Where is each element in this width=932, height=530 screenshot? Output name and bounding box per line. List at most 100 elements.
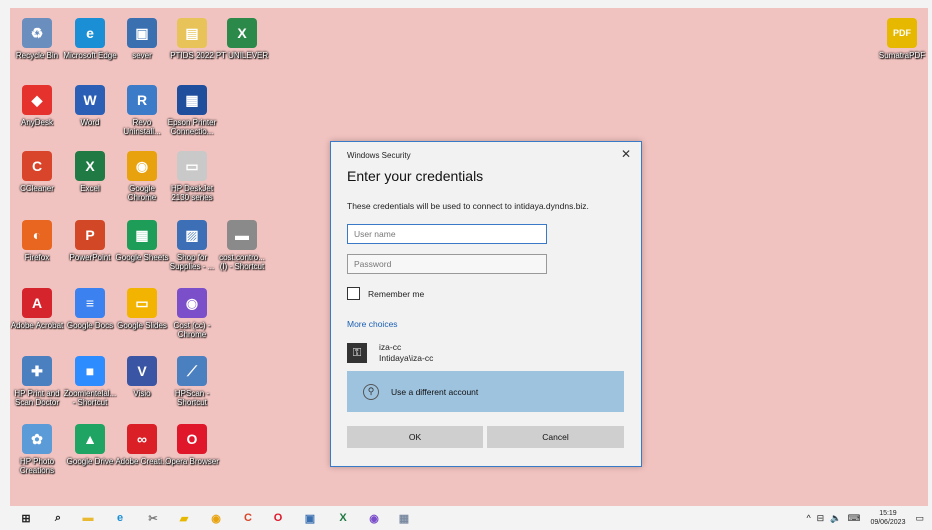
desktop-icon[interactable]: ▣ sever bbox=[115, 18, 169, 60]
desktop-icon[interactable]: V Visio bbox=[115, 356, 169, 398]
calculator-icon[interactable]: ▦ bbox=[396, 510, 412, 526]
desktop-icon-label: Google Drive bbox=[66, 457, 114, 466]
desktop-icon[interactable]: ▬ cost.contro... (I) - Shortcut bbox=[215, 220, 269, 271]
desktop-icon-label: Firefox bbox=[24, 253, 50, 262]
desktop-icon-label: Google Chrome bbox=[127, 184, 157, 202]
desktop-icon[interactable]: ▨ Shop for Supplies - ... bbox=[165, 220, 219, 271]
checkbox-box[interactable] bbox=[347, 287, 360, 300]
acrobat-icon: A bbox=[22, 288, 52, 318]
ccleaner-icon: C bbox=[22, 151, 52, 181]
anydesk-icon: ◆ bbox=[22, 85, 52, 115]
excel-file-icon: X bbox=[227, 18, 257, 48]
desktop-icon[interactable]: ♻ Recycle Bin bbox=[10, 18, 64, 60]
recycle-bin-icon: ♻ bbox=[22, 18, 52, 48]
file-explorer-icon[interactable]: ▬ bbox=[80, 510, 96, 526]
network-drive-icon: ▣ bbox=[127, 18, 157, 48]
desktop-icon[interactable]: e Microsoft Edge bbox=[63, 18, 117, 60]
desktop-icon-label: HPScan - Shortcut bbox=[174, 389, 210, 407]
opera-icon[interactable]: O bbox=[270, 510, 286, 526]
start-icon[interactable]: ⊞ bbox=[18, 510, 34, 526]
desktop-icon[interactable]: P PowerPoint bbox=[63, 220, 117, 262]
desktop-icon[interactable]: ▲ Google Drive bbox=[63, 424, 117, 466]
taskbar: ⊞ ⌕ ▬ e ✂ ▰ ◉ C O ▣ X ◉ ▦ ^ ⊟ 🔈 ⌨ 15:19 09/06/2023 ▭ bbox=[0, 506, 932, 530]
hp-scan-icon: ⟋ bbox=[177, 356, 207, 386]
google-docs-icon: ≡ bbox=[75, 288, 105, 318]
folder-icon: ▤ bbox=[177, 18, 207, 48]
excel-icon[interactable]: X bbox=[335, 510, 351, 526]
credentials-dialog: Windows Security ✕ Enter your credential… bbox=[330, 141, 642, 467]
more-choices-link[interactable]: More choices bbox=[347, 319, 398, 329]
desktop-icon[interactable]: R Revo Uninstall... bbox=[115, 85, 169, 136]
clock[interactable]: 15:19 09/06/2023 bbox=[870, 509, 905, 527]
desktop-icon[interactable]: X Excel bbox=[63, 151, 117, 193]
desktop-icon[interactable]: ▦ Epson Printer Connectio... bbox=[165, 85, 219, 136]
desktop-icon-label: Cost (cc) - Chrome bbox=[173, 321, 211, 339]
foxit-icon[interactable]: ▰ bbox=[176, 510, 192, 526]
edge-icon: e bbox=[75, 18, 105, 48]
desktop-icon-label: Revo Uninstall... bbox=[123, 118, 161, 136]
desktop-icon[interactable]: ∞ Adobe Creati... bbox=[115, 424, 169, 466]
desktop-icon[interactable]: ▭ Google Slides bbox=[115, 288, 169, 330]
network-icon[interactable]: ⊟ bbox=[817, 513, 825, 524]
search-icon[interactable]: ⌕ bbox=[50, 510, 66, 526]
desktop-icon-label: Recycle Bin bbox=[15, 51, 59, 60]
desktop-icon[interactable]: W Word bbox=[63, 85, 117, 127]
chrome-profile-icon[interactable]: ◉ bbox=[366, 510, 382, 526]
saved-account-option[interactable]: ⚿ iza-cc Intidaya\iza-cc bbox=[347, 338, 623, 368]
remember-me-checkbox[interactable]: Remember me bbox=[347, 287, 424, 300]
notification-icon[interactable]: ▭ bbox=[915, 513, 924, 524]
desktop-icon-label: PT UNILEVER bbox=[215, 51, 269, 60]
desktop-icon[interactable]: ✿ HP Photo Creations bbox=[10, 424, 64, 475]
desktop-icon-label: HP Print and Scan Doctor bbox=[14, 389, 60, 407]
desktop-icon-label: Zoomientelal... - Shortcut bbox=[63, 389, 117, 407]
desktop-icon[interactable]: ◐ Firefox bbox=[10, 220, 64, 262]
desktop-icon[interactable]: A Adobe Acrobat bbox=[10, 288, 64, 330]
desktop-icon[interactable]: ◉ Google Chrome bbox=[115, 151, 169, 202]
desktop-icon[interactable]: ■ Zoomientelal... - Shortcut bbox=[63, 356, 117, 407]
desktop-icon[interactable]: C CCleaner bbox=[10, 151, 64, 193]
chrome-icon[interactable]: ◉ bbox=[208, 510, 224, 526]
keyboard-icon[interactable]: ⌨ bbox=[847, 513, 860, 524]
revo-uninstaller-icon: R bbox=[127, 85, 157, 115]
username-input[interactable] bbox=[347, 224, 547, 244]
volume-icon[interactable]: 🔈 bbox=[830, 513, 841, 524]
password-input[interactable] bbox=[347, 254, 547, 274]
tray-chevron-icon[interactable]: ^ bbox=[806, 513, 810, 523]
desktop-icon[interactable]: ◆ AnyDesk bbox=[10, 85, 64, 127]
dialog-description: These credentials will be used to connec… bbox=[347, 201, 589, 211]
dialog-window-title: Windows Security bbox=[347, 151, 411, 160]
dialog-heading: Enter your credentials bbox=[347, 168, 484, 184]
desktop-icon[interactable]: ≡ Google Docs bbox=[63, 288, 117, 330]
desktop-icon-label: cost.contro... (I) - Shortcut bbox=[219, 253, 265, 271]
key-icon: ⚿ bbox=[347, 343, 367, 363]
desktop-icon[interactable]: ▤ PTIDS 2022 bbox=[165, 18, 219, 60]
desktop-icon[interactable]: PDF SumatraPDF bbox=[875, 18, 928, 60]
close-icon[interactable]: ✕ bbox=[621, 147, 631, 161]
desktop-icon[interactable]: ▦ Google Sheets bbox=[115, 220, 169, 262]
desktop-icon[interactable]: ◉ Cost (cc) - Chrome bbox=[165, 288, 219, 339]
word-icon: W bbox=[75, 85, 105, 115]
desktop-icon-label: HP Photo Creations bbox=[19, 457, 55, 475]
desktop-icon[interactable]: ⟋ HPScan - Shortcut bbox=[165, 356, 219, 407]
opera-icon: O bbox=[177, 424, 207, 454]
desktop-icon[interactable]: ✚ HP Print and Scan Doctor bbox=[10, 356, 64, 407]
remote-desktop-icon[interactable]: ▣ bbox=[302, 510, 318, 526]
desktop-icon-label: Google Slides bbox=[117, 321, 167, 330]
google-slides-icon: ▭ bbox=[127, 288, 157, 318]
google-drive-icon: ▲ bbox=[75, 424, 105, 454]
desktop-icon-label: Google Sheets bbox=[115, 253, 169, 262]
different-account-option[interactable]: ⚲ Use a different account bbox=[347, 371, 624, 412]
desktop-icon-label: Microsoft Edge bbox=[63, 51, 117, 60]
cancel-button[interactable]: Cancel bbox=[487, 426, 624, 448]
ccleaner-icon[interactable]: C bbox=[240, 510, 256, 526]
ok-button[interactable]: OK bbox=[347, 426, 483, 448]
desktop-icon[interactable]: O Opera Browser bbox=[165, 424, 219, 466]
edge-icon[interactable]: e bbox=[112, 510, 128, 526]
clock-time: 15:19 bbox=[879, 510, 897, 517]
desktop-icon[interactable]: ▭ HP DeskJet 2130 series bbox=[165, 151, 219, 202]
desktop-icon[interactable]: X PT UNILEVER bbox=[215, 18, 269, 60]
firefox-icon: ◐ bbox=[22, 220, 52, 250]
snipping-icon[interactable]: ✂ bbox=[145, 510, 161, 526]
hp-photo-icon: ✿ bbox=[22, 424, 52, 454]
hp-doctor-icon: ✚ bbox=[22, 356, 52, 386]
